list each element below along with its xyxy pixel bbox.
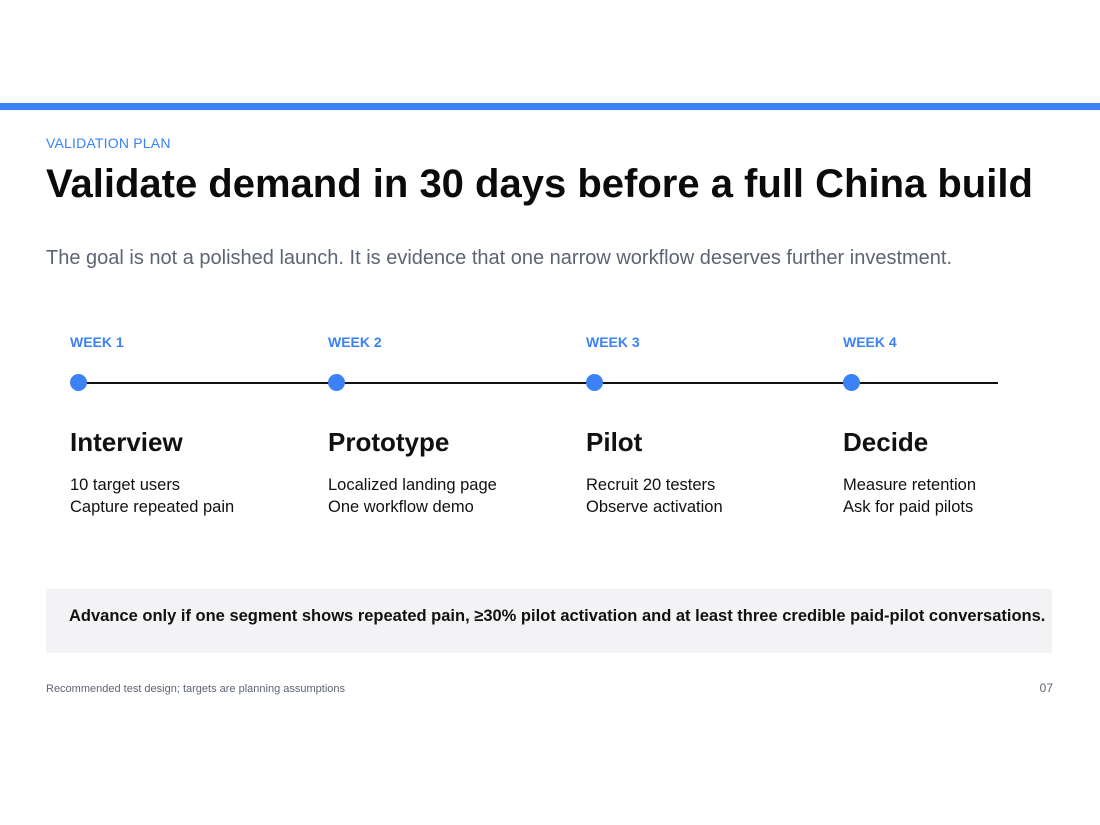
decision-callout: Advance only if one segment shows repeat…	[46, 589, 1052, 653]
week-label: WEEK 4	[843, 334, 897, 350]
page-number: 07	[1039, 681, 1053, 695]
phase-title: Decide	[843, 427, 929, 457]
timeline-dot	[70, 374, 87, 391]
week-label: WEEK 1	[70, 334, 124, 350]
phase-title: Pilot	[586, 427, 643, 457]
callout-text: Advance only if one segment shows repeat…	[69, 607, 1046, 625]
timeline-dot	[843, 374, 860, 391]
phase-detail: 10 target users	[70, 476, 181, 494]
phase-detail: Observe activation	[586, 498, 723, 516]
phase-detail: Localized landing page	[328, 476, 497, 494]
phase-detail: Ask for paid pilots	[843, 498, 974, 516]
week-label: WEEK 2	[328, 334, 382, 350]
week-label: WEEK 3	[586, 334, 640, 350]
timeline-line	[79, 382, 998, 384]
phase-detail: One workflow demo	[328, 498, 474, 516]
slide-subtitle: The goal is not a polished launch. It is…	[46, 247, 953, 269]
phase-detail: Recruit 20 testers	[586, 476, 716, 494]
phase-title: Prototype	[328, 427, 450, 457]
slide-title: Validate demand in 30 days before a full…	[46, 162, 1033, 206]
accent-top-bar	[0, 103, 1100, 110]
footnote: Recommended test design; targets are pla…	[46, 683, 346, 695]
timeline-dot	[586, 374, 603, 391]
phase-detail: Capture repeated pain	[70, 498, 235, 516]
timeline-dot	[328, 374, 345, 391]
phase-title: Interview	[70, 427, 183, 457]
eyebrow-label: VALIDATION PLAN	[46, 135, 171, 151]
phase-detail: Measure retention	[843, 476, 976, 494]
